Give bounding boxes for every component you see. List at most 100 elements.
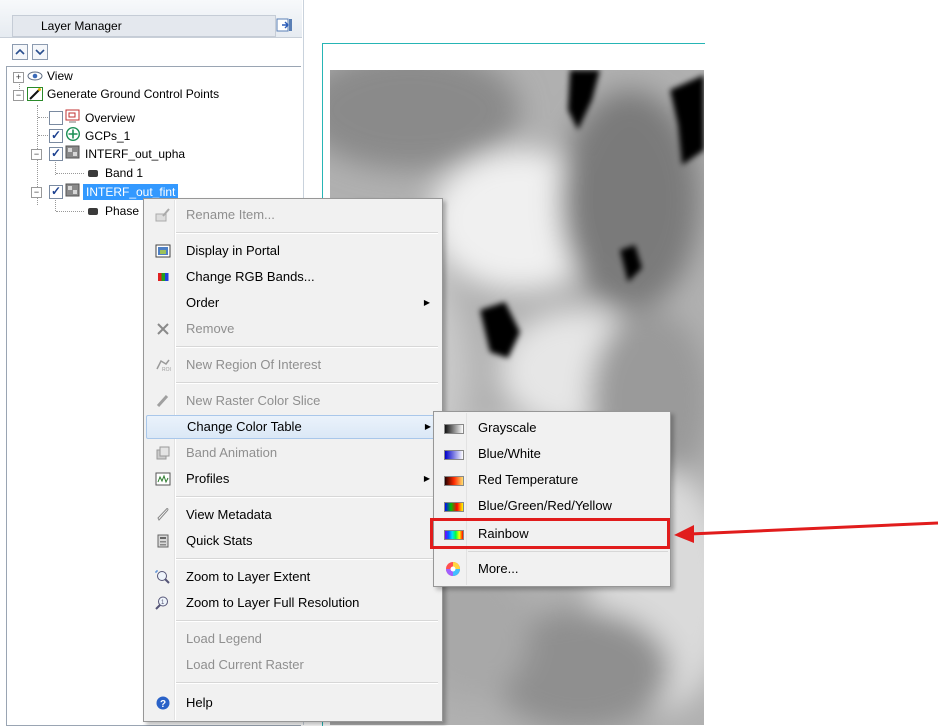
menu-item-blue-green-red-yellow[interactable]: Blue/Green/Red/Yellow xyxy=(436,494,668,518)
annotation-arrow-icon xyxy=(674,521,939,543)
rename-icon xyxy=(155,208,170,222)
collapse-all-button[interactable] xyxy=(32,44,48,60)
menu-item-change-rgb-bands[interactable]: Change RGB Bands... xyxy=(146,265,440,289)
grayscale-swatch-icon xyxy=(444,424,464,434)
menu-item-order[interactable]: Order ▶ xyxy=(146,291,440,315)
animation-icon xyxy=(156,446,170,460)
expand-toggle[interactable]: + xyxy=(13,72,24,83)
raster-icon xyxy=(65,183,80,197)
blue-white-swatch-icon xyxy=(444,450,464,460)
menu-item-grayscale[interactable]: Grayscale xyxy=(436,416,668,440)
tree-item-generate-gcp[interactable]: Generate Ground Control Points xyxy=(47,86,219,102)
menu-item-label: Change RGB Bands... xyxy=(186,269,315,284)
menu-item-label: New Raster Color Slice xyxy=(186,393,321,408)
band-icon xyxy=(88,208,98,215)
menu-item-new-raster-color-slice[interactable]: New Raster Color Slice xyxy=(146,389,440,413)
menu-item-label: Display in Portal xyxy=(186,243,280,258)
dock-icon[interactable] xyxy=(276,16,294,34)
tree-item-interf-upha[interactable]: INTERF_out_upha xyxy=(85,146,185,162)
menu-item-change-color-table[interactable]: Change Color Table ▶ xyxy=(146,415,442,439)
collapse-toggle[interactable]: − xyxy=(31,187,42,198)
menu-item-new-roi[interactable]: ROI New Region Of Interest xyxy=(146,353,440,377)
menu-separator xyxy=(176,382,438,384)
submenu-arrow-icon: ▶ xyxy=(424,422,431,431)
submenu-arrow-icon: ▶ xyxy=(423,298,430,307)
tree-item-gcps[interactable]: GCPs_1 xyxy=(85,128,130,144)
chevron-down-icon xyxy=(35,49,45,56)
tree-item-phase[interactable]: Phase xyxy=(105,203,139,219)
menu-item-label: Rename Item... xyxy=(186,207,275,222)
menu-item-help[interactable]: ? Help xyxy=(146,691,440,715)
menu-item-more[interactable]: More... xyxy=(436,557,668,581)
menu-item-display-in-portal[interactable]: Display in Portal xyxy=(146,239,440,263)
overview-icon xyxy=(65,109,80,123)
gcps-checkbox[interactable] xyxy=(49,128,63,143)
gcp-icon xyxy=(66,127,80,141)
zoom-full-icon: 1 xyxy=(155,596,168,610)
zoom-extent-icon xyxy=(155,570,170,584)
color-table-submenu: Grayscale Blue/White Red Temperature Blu… xyxy=(433,411,671,587)
submenu-arrow-icon: ▶ xyxy=(423,474,430,483)
interf-fint-checkbox[interactable] xyxy=(49,184,63,199)
menu-item-label: Band Animation xyxy=(186,445,278,460)
menu-separator xyxy=(176,620,438,622)
context-menu: Rename Item... Display in Portal Change … xyxy=(143,198,443,722)
menu-item-zoom-to-layer-extent[interactable]: Zoom to Layer Extent xyxy=(146,565,440,589)
menu-item-label: Zoom to Layer Extent xyxy=(186,569,311,584)
menu-separator xyxy=(176,346,438,348)
menu-separator xyxy=(176,682,438,684)
menu-separator xyxy=(176,496,438,498)
menu-item-blue-white[interactable]: Blue/White xyxy=(436,442,668,466)
overview-checkbox[interactable] xyxy=(49,111,63,125)
menu-item-quick-stats[interactable]: Quick Stats xyxy=(146,529,440,553)
raster-icon xyxy=(65,145,80,159)
tree-item-overview[interactable]: Overview xyxy=(85,110,135,126)
panel-header: Layer Manager xyxy=(0,0,302,38)
collapse-toggle[interactable]: − xyxy=(31,149,42,160)
menu-item-label: Load Legend xyxy=(186,631,262,646)
menu-item-label: Change Color Table xyxy=(187,419,302,434)
menu-item-label: Profiles xyxy=(186,471,230,486)
band-icon xyxy=(88,170,98,177)
tree-item-view[interactable]: View xyxy=(47,68,73,84)
menu-item-zoom-to-full-resolution[interactable]: 1 Zoom to Layer Full Resolution xyxy=(146,591,440,615)
menu-item-label: Load Current Raster xyxy=(186,657,304,672)
collapse-toggle[interactable]: − xyxy=(13,90,24,101)
red-temperature-swatch-icon xyxy=(444,476,464,486)
chevron-up-icon xyxy=(15,48,25,55)
color-slice-icon xyxy=(156,394,169,408)
stats-icon xyxy=(157,534,169,548)
menu-item-label: Quick Stats xyxy=(186,533,253,548)
interf-upha-checkbox[interactable] xyxy=(49,146,63,161)
portal-icon xyxy=(155,244,171,258)
wand-icon xyxy=(27,87,43,101)
menu-item-view-metadata[interactable]: View Metadata xyxy=(146,503,440,527)
eye-icon xyxy=(27,71,43,81)
color-wheel-icon xyxy=(446,562,460,576)
panel-title: Layer Manager xyxy=(41,19,122,33)
menu-item-label: Grayscale xyxy=(478,420,537,435)
menu-item-band-animation[interactable]: Band Animation xyxy=(146,441,440,465)
menu-separator xyxy=(468,551,668,552)
roi-icon: ROI xyxy=(156,359,171,372)
menu-item-label: View Metadata xyxy=(186,507,272,522)
help-icon: ? xyxy=(156,696,170,710)
menu-item-load-current-raster[interactable]: Load Current Raster xyxy=(146,653,440,677)
menu-item-remove[interactable]: Remove xyxy=(146,317,440,341)
remove-icon xyxy=(157,323,169,335)
menu-item-load-legend[interactable]: Load Legend xyxy=(146,627,440,651)
tree-item-band-1[interactable]: Band 1 xyxy=(105,165,143,181)
menu-item-red-temperature[interactable]: Red Temperature xyxy=(436,468,668,492)
profiles-icon xyxy=(155,472,171,486)
menu-item-label: More... xyxy=(478,561,519,576)
menu-item-label: Order xyxy=(186,295,220,310)
panel-title-bar[interactable]: Layer Manager xyxy=(12,15,276,37)
menu-item-profiles[interactable]: Profiles ▶ xyxy=(146,467,440,491)
menu-item-label: Help xyxy=(186,695,213,710)
menu-separator xyxy=(176,232,438,234)
expand-all-button[interactable] xyxy=(12,44,28,60)
menu-item-label: Red Temperature xyxy=(478,472,579,487)
rgb-icon xyxy=(158,273,169,281)
menu-item-label: Blue/Green/Red/Yellow xyxy=(478,498,612,513)
menu-item-rename[interactable]: Rename Item... xyxy=(146,203,440,227)
